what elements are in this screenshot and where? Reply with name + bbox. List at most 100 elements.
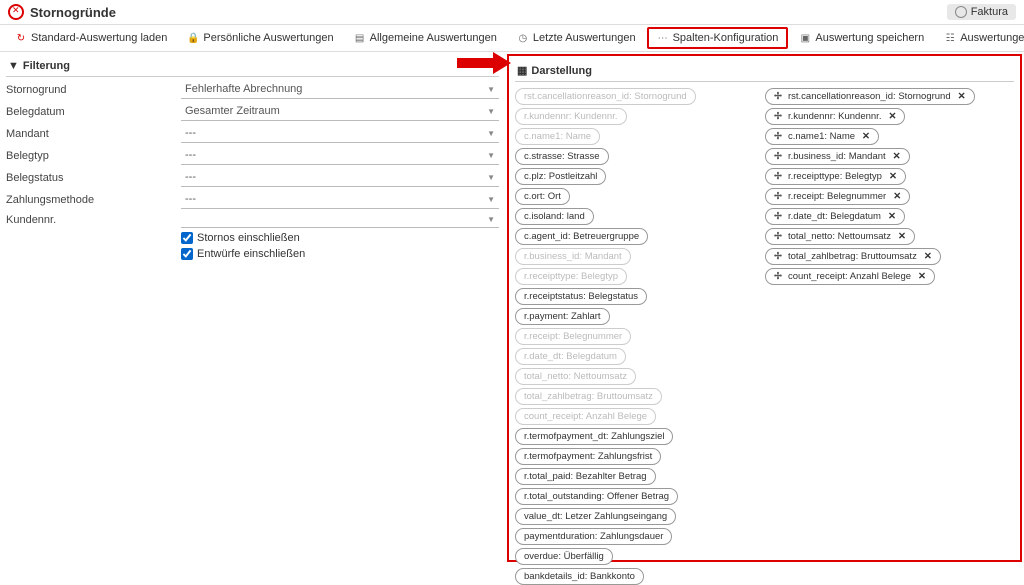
filter-panel: ▼ Filterung StornogrundFehlerhafte Abrec… bbox=[0, 52, 505, 564]
filter-row-zahlungsmethode: Zahlungsmethode---▼ bbox=[6, 190, 499, 209]
filter-row-mandant: Mandant---▼ bbox=[6, 124, 499, 143]
filter-row-belegstatus: Belegstatus---▼ bbox=[6, 168, 499, 187]
app-icon bbox=[8, 4, 24, 20]
remove-icon[interactable]: ✕ bbox=[918, 271, 926, 282]
filter-title: ▼ Filterung bbox=[6, 56, 499, 77]
selected-chip[interactable]: ✢c.name1: Name✕ bbox=[765, 128, 879, 145]
toolbar: ↻Standard-Auswertung laden🔒Persönliche A… bbox=[0, 25, 1024, 52]
drag-handle-icon[interactable]: ✢ bbox=[774, 271, 782, 282]
toolbar-icon: ☷ bbox=[944, 32, 956, 44]
available-chip: r.kundennr: Kundennr. bbox=[515, 108, 627, 125]
filter-select-zahlungsmethode[interactable]: ---▼ bbox=[181, 190, 499, 209]
available-chip: r.date_dt: Belegdatum bbox=[515, 348, 626, 365]
drag-handle-icon[interactable]: ✢ bbox=[774, 231, 782, 242]
selected-columns: ✢rst.cancellationreason_id: Stornogrund✕… bbox=[765, 88, 1014, 585]
toolbar-standard-auswertung-laden[interactable]: ↻Standard-Auswertung laden bbox=[6, 27, 176, 49]
filter-label: Stornogrund bbox=[6, 84, 181, 96]
chevron-down-icon: ▼ bbox=[487, 215, 495, 224]
chevron-down-icon: ▼ bbox=[487, 107, 495, 116]
available-chip: r.business_id: Mandant bbox=[515, 248, 631, 265]
selected-chip[interactable]: ✢r.receipttype: Belegtyp✕ bbox=[765, 168, 906, 185]
selected-chip[interactable]: ✢total_netto: Nettoumsatz✕ bbox=[765, 228, 915, 245]
available-chip[interactable]: c.isoland: land bbox=[515, 208, 594, 225]
filter-label: Zahlungsmethode bbox=[6, 194, 181, 206]
toolbar-allgemeine-auswertungen[interactable]: ▤Allgemeine Auswertungen bbox=[345, 27, 506, 49]
remove-icon[interactable]: ✕ bbox=[958, 91, 966, 102]
chevron-down-icon: ▼ bbox=[487, 173, 495, 182]
filter-label: Belegtyp bbox=[6, 150, 181, 162]
toolbar-auswertungen-verwaltung[interactable]: ☷Auswertungen-Verwaltung bbox=[935, 27, 1024, 49]
available-chip[interactable]: r.total_outstanding: Offener Betrag bbox=[515, 488, 678, 505]
remove-icon[interactable]: ✕ bbox=[889, 171, 897, 182]
filter-select-belegstatus[interactable]: ---▼ bbox=[181, 168, 499, 187]
chevron-down-icon: ▼ bbox=[487, 151, 495, 160]
display-title: ▦ Darstellung bbox=[515, 60, 1014, 82]
filter-label: Mandant bbox=[6, 128, 181, 140]
remove-icon[interactable]: ✕ bbox=[898, 231, 906, 242]
checkbox-entw-rfe-einschlie-en[interactable]: Entwürfe einschließen bbox=[181, 248, 499, 260]
filter-label: Kundennr. bbox=[6, 214, 181, 226]
toolbar-icon: 🔒 bbox=[187, 32, 199, 44]
filter-row-kundennr.: Kundennr. ▼ bbox=[6, 212, 499, 228]
remove-icon[interactable]: ✕ bbox=[924, 251, 932, 262]
available-chip[interactable]: bankdetails_id: Bankkonto bbox=[515, 568, 644, 585]
selected-chip[interactable]: ✢rst.cancellationreason_id: Stornogrund✕ bbox=[765, 88, 975, 105]
drag-handle-icon[interactable]: ✢ bbox=[774, 111, 782, 122]
checkbox-stornos-einschlie-en[interactable]: Stornos einschließen bbox=[181, 232, 499, 244]
selected-chip[interactable]: ✢total_zahlbetrag: Bruttoumsatz✕ bbox=[765, 248, 941, 265]
selected-chip[interactable]: ✢r.date_dt: Belegdatum✕ bbox=[765, 208, 905, 225]
module-badge[interactable]: Faktura bbox=[947, 4, 1016, 20]
filter-row-stornogrund: StornogrundFehlerhafte Abrechnung▼ bbox=[6, 80, 499, 99]
filter-select-mandant[interactable]: ---▼ bbox=[181, 124, 499, 143]
drag-handle-icon[interactable]: ✢ bbox=[774, 251, 782, 262]
selected-chip[interactable]: ✢r.business_id: Mandant✕ bbox=[765, 148, 910, 165]
drag-handle-icon[interactable]: ✢ bbox=[774, 211, 782, 222]
chevron-down-icon: ▼ bbox=[487, 129, 495, 138]
available-chip[interactable]: r.total_paid: Bezahlter Betrag bbox=[515, 468, 656, 485]
checkbox-input[interactable] bbox=[181, 248, 193, 260]
selected-chip[interactable]: ✢count_receipt: Anzahl Belege✕ bbox=[765, 268, 935, 285]
available-chip[interactable]: overdue: Überfällig bbox=[515, 548, 613, 565]
available-chip[interactable]: paymentduration: Zahlungsdauer bbox=[515, 528, 672, 545]
drag-handle-icon[interactable]: ✢ bbox=[774, 171, 782, 182]
toolbar-letzte-auswertungen[interactable]: ◷Letzte Auswertungen bbox=[508, 27, 645, 49]
toolbar-spalten-konfiguration[interactable]: ⋯Spalten-Konfiguration bbox=[647, 27, 789, 49]
toolbar-icon: ↻ bbox=[15, 32, 27, 44]
remove-icon[interactable]: ✕ bbox=[893, 151, 901, 162]
available-chip[interactable]: r.termofpayment: Zahlungsfrist bbox=[515, 448, 661, 465]
remove-icon[interactable]: ✕ bbox=[893, 191, 901, 202]
filter-select-belegdatum[interactable]: Gesamter Zeitraum▼ bbox=[181, 102, 499, 121]
toolbar-auswertung-speichern[interactable]: ▣Auswertung speichern bbox=[790, 27, 933, 49]
available-chip: c.name1: Name bbox=[515, 128, 600, 145]
filter-select-stornogrund[interactable]: Fehlerhafte Abrechnung▼ bbox=[181, 80, 499, 99]
remove-icon[interactable]: ✕ bbox=[888, 111, 896, 122]
selected-chip[interactable]: ✢r.receipt: Belegnummer✕ bbox=[765, 188, 910, 205]
available-chip[interactable]: r.receiptstatus: Belegstatus bbox=[515, 288, 647, 305]
selected-chip[interactable]: ✢r.kundennr: Kundennr.✕ bbox=[765, 108, 905, 125]
remove-icon[interactable]: ✕ bbox=[888, 211, 896, 222]
available-chip[interactable]: r.payment: Zahlart bbox=[515, 308, 610, 325]
available-chip[interactable]: c.ort: Ort bbox=[515, 188, 570, 205]
drag-handle-icon[interactable]: ✢ bbox=[774, 191, 782, 202]
filter-icon: ▼ bbox=[8, 60, 19, 72]
filter-row-belegtyp: Belegtyp---▼ bbox=[6, 146, 499, 165]
highlight-arrow bbox=[457, 50, 513, 74]
checkbox-input[interactable] bbox=[181, 232, 193, 244]
available-columns: rst.cancellationreason_id: Stornogrundr.… bbox=[515, 88, 735, 585]
toolbar-pers-nliche-auswertungen[interactable]: 🔒Persönliche Auswertungen bbox=[178, 27, 342, 49]
available-chip[interactable]: c.agent_id: Betreuergruppe bbox=[515, 228, 648, 245]
remove-icon[interactable]: ✕ bbox=[862, 131, 870, 142]
drag-handle-icon[interactable]: ✢ bbox=[774, 131, 782, 142]
available-chip[interactable]: value_dt: Letzer Zahlungseingang bbox=[515, 508, 676, 525]
available-chip: r.receipt: Belegnummer bbox=[515, 328, 631, 345]
drag-handle-icon[interactable]: ✢ bbox=[774, 91, 782, 102]
available-chip[interactable]: r.termofpayment_dt: Zahlungsziel bbox=[515, 428, 673, 445]
toolbar-icon: ⋯ bbox=[657, 32, 669, 44]
drag-handle-icon[interactable]: ✢ bbox=[774, 151, 782, 162]
available-chip[interactable]: c.strasse: Strasse bbox=[515, 148, 609, 165]
available-chip[interactable]: c.plz: Postleitzahl bbox=[515, 168, 606, 185]
header: Stornogründe Faktura bbox=[0, 0, 1024, 25]
toolbar-icon: ▣ bbox=[799, 32, 811, 44]
filter-select-kundennr.[interactable]: ▼ bbox=[181, 212, 499, 228]
filter-select-belegtyp[interactable]: ---▼ bbox=[181, 146, 499, 165]
